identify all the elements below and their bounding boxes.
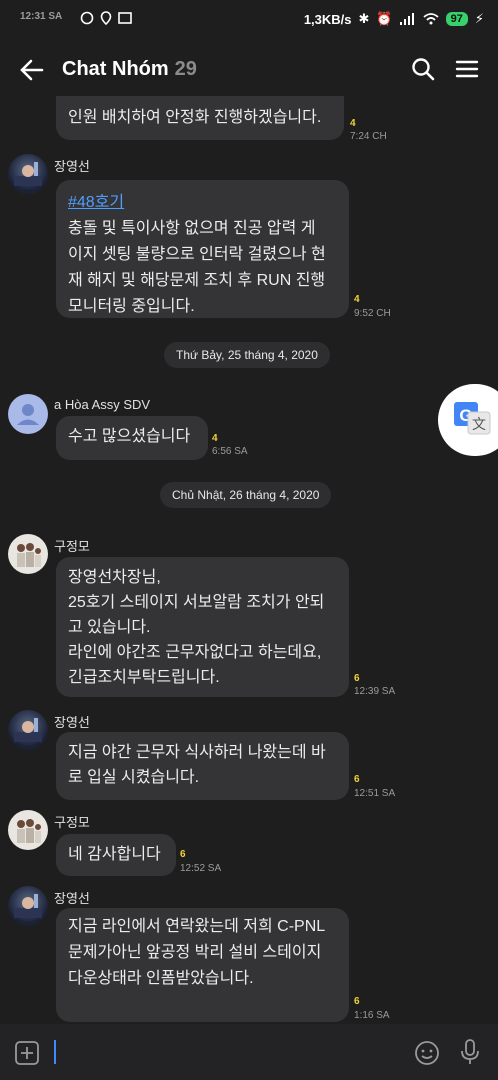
message-time: 12:51 SA [354, 788, 396, 799]
sender-name: 장영선 [54, 159, 90, 174]
chat-header: Chat Nhóm 29 [0, 40, 498, 98]
message-time: 1:16 SA [354, 1010, 390, 1021]
hashtag-link[interactable]: #48호기 [68, 190, 337, 216]
photo-icon [118, 12, 132, 24]
message-line: 네 감사합니다 [68, 846, 161, 863]
avatar-photo [14, 718, 42, 742]
date-separator: Chủ Nhật, 26 tháng 4, 2020 [160, 482, 332, 508]
read-count: 4 [212, 433, 218, 444]
battery-indicator: 97 [445, 12, 468, 26]
message-bubble[interactable]: 지금 야간 근무자 식사하러 나왔는데 바 로 입실 시켰습니다. [56, 732, 349, 800]
message-line: 모니터링 중입니다. [68, 298, 195, 315]
network-speed: 1,3KB/s [303, 11, 352, 27]
avatar[interactable] [8, 534, 48, 574]
message-time: 7:24 CH [350, 131, 387, 142]
sender-name: 구정모 [54, 539, 90, 554]
message-time: 9:52 CH [354, 308, 391, 319]
message-line: 긴급조치부탁드립니다. [68, 669, 220, 686]
location-icon [100, 11, 112, 25]
chat-title-text: Chat Nhóm [62, 58, 169, 80]
message-line: 로 입실 시켰습니다. [68, 769, 200, 786]
date-separator: Thứ Bảy, 25 tháng 4, 2020 [164, 342, 330, 368]
message-bubble[interactable]: 지금 라인에서 연락왔는데 저희 C-PNL 문제가아닌 앞공정 박리 설비 스… [56, 908, 349, 1022]
avatar[interactable] [8, 154, 48, 194]
svg-text:文: 文 [472, 417, 486, 433]
read-count: 4 [350, 118, 356, 129]
plus-icon[interactable] [14, 1040, 40, 1066]
avatar-photo [14, 894, 42, 918]
message-line: 라인에 야간조 근무자없다고 하는데요, [68, 644, 322, 661]
message-input[interactable] [54, 1040, 56, 1064]
message-bubble[interactable]: 수고 많으셨습니다 [56, 416, 208, 460]
chat-notification-icon [80, 11, 94, 25]
charging-icon: ⚡ [474, 11, 484, 26]
avatar-photo [17, 543, 41, 567]
message-line: 수고 많으셨습니다 [68, 428, 191, 445]
avatar[interactable] [8, 886, 48, 926]
message-line: 지금 라인에서 연락왔는데 저희 C-PNL [68, 918, 326, 935]
message-line: 다운상태라 인폼받았습니다. [68, 970, 254, 987]
sender-name: a Hòa Assy SDV [54, 397, 151, 412]
sender-name: 장영선 [54, 715, 90, 730]
status-time: 12:31 SA [20, 11, 63, 22]
mic-icon[interactable] [458, 1038, 482, 1066]
google-translate-icon: G 文 [454, 402, 491, 435]
message-line: 고 있습니다. [68, 619, 151, 636]
sender-name: 구정모 [54, 815, 90, 830]
message-bubble[interactable]: 장영선차장님, 25호기 스테이지 서보알람 조치가 안되 고 있습니다. 라인… [56, 557, 349, 697]
message-line: 문제가아닌 앞공정 박리 설비 스테이지 [68, 944, 322, 961]
message-bubble[interactable]: 인원 배치하여 안정화 진행하겠습니다. [56, 96, 344, 140]
avatar[interactable] [8, 710, 48, 750]
wifi-icon [423, 13, 439, 25]
system-indicators: 1,3KB/s ✱ ⏰ 97 ⚡ [304, 11, 484, 27]
back-arrow-icon[interactable] [18, 56, 46, 84]
message-line: 충돌 및 특이사항 없으며 진공 압력 게 [68, 220, 316, 237]
bluetooth-icon: ✱ [358, 11, 370, 26]
message-line: 25호기 스테이지 서보알람 조치가 안되 [68, 594, 325, 611]
message-bubble[interactable]: 네 감사합니다 [56, 834, 176, 876]
read-count: 6 [354, 774, 360, 785]
emoji-icon[interactable] [414, 1040, 440, 1066]
message-composer [0, 1024, 498, 1080]
message-line: 인원 배치하여 안정화 진행하겠습니다. [68, 109, 322, 126]
read-count: 6 [180, 849, 186, 860]
menu-icon[interactable] [454, 56, 480, 82]
translate-floating-button[interactable]: G 文 [438, 384, 498, 456]
message-line: 지금 야간 근무자 식사하러 나왔는데 바 [68, 744, 326, 761]
avatar[interactable] [8, 394, 48, 434]
message-time: 12:52 SA [180, 863, 222, 874]
signal-icon [399, 13, 414, 25]
alarm-icon: ⏰ [376, 11, 393, 26]
notification-icons [80, 11, 132, 25]
default-avatar-icon [17, 404, 39, 425]
avatar-photo [14, 162, 42, 186]
avatar[interactable] [8, 810, 48, 850]
message-time: 12:39 SA [354, 686, 396, 697]
message-line: 이지 셋팅 불량으로 인터락 걸렸으나 현 [68, 246, 326, 263]
read-count: 6 [354, 673, 360, 684]
member-count: 29 [174, 58, 197, 80]
message-time: 6:56 SA [212, 446, 248, 457]
message-line: 재 해지 및 해당문제 조치 후 RUN 진행 [68, 272, 326, 289]
sender-name: 장영선 [54, 891, 90, 906]
status-bar: 12:31 SA 1,3KB/s ✱ ⏰ 97 ⚡ [0, 0, 498, 40]
message-line: 장영선차장님, [68, 569, 161, 586]
search-icon[interactable] [410, 56, 436, 82]
read-count: 6 [354, 996, 360, 1007]
chat-title: Chat Nhóm 29 [62, 58, 197, 81]
avatar-photo [17, 819, 41, 843]
message-bubble[interactable]: #48호기 충돌 및 특이사항 없으며 진공 압력 게 이지 셋팅 불량으로 인… [56, 180, 349, 318]
read-count: 4 [354, 294, 360, 305]
